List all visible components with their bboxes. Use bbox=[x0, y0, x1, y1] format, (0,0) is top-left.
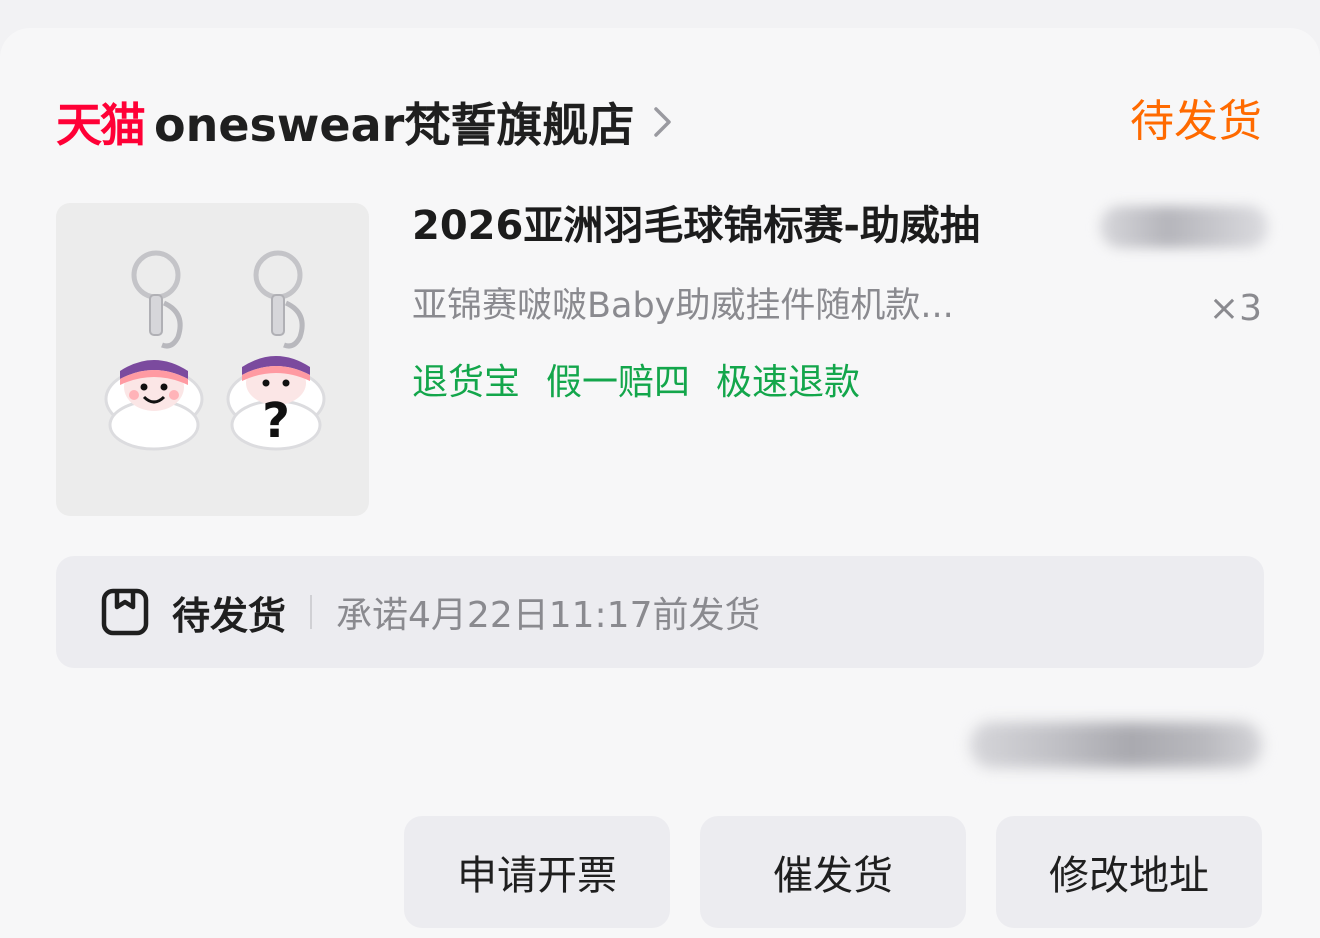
shop-name[interactable]: oneswear梵誓旗舰店 bbox=[154, 89, 634, 155]
service-tag-return-insurance: 退货宝 bbox=[412, 362, 521, 403]
chevron-right-icon[interactable] bbox=[652, 105, 674, 139]
service-tag-fake-compensation: 假一赔四 bbox=[546, 362, 691, 403]
divider bbox=[310, 595, 313, 629]
product-quantity: ×3 bbox=[1208, 288, 1262, 329]
price-redacted bbox=[1100, 206, 1268, 248]
change-address-button[interactable]: 修改地址 bbox=[996, 816, 1262, 928]
urge-shipping-button[interactable]: 催发货 bbox=[700, 816, 966, 928]
apply-invoice-button[interactable]: 申请开票 bbox=[404, 816, 670, 928]
order-card: 天猫 oneswear梵誓旗舰店 待发货 ? 2026亚洲羽毛球锦标赛-助威抽 … bbox=[0, 28, 1320, 938]
product-image[interactable]: ? bbox=[56, 203, 369, 516]
shop-header[interactable]: 天猫 oneswear梵誓旗舰店 bbox=[56, 90, 674, 154]
total-price-redacted bbox=[970, 722, 1262, 768]
shipping-status: 待发货 bbox=[172, 593, 287, 638]
service-tags: 退货宝 假一赔四 极速退款 bbox=[412, 356, 860, 410]
shipping-status-bar[interactable]: 待发货 承诺4月22日11:17前发货 bbox=[56, 556, 1264, 668]
package-box-icon bbox=[100, 587, 150, 637]
service-tag-fast-refund: 极速退款 bbox=[716, 362, 861, 403]
product-sku[interactable]: 亚锦赛啵啵Baby助威挂件随机款... bbox=[412, 280, 954, 332]
order-actions: 申请开票 催发货 修改地址 bbox=[404, 816, 1262, 928]
svg-text:?: ? bbox=[262, 393, 290, 449]
tmall-logo: 天猫 bbox=[56, 98, 146, 152]
order-status: 待发货 bbox=[1130, 96, 1262, 147]
shipping-promise: 承诺4月22日11:17前发货 bbox=[336, 595, 761, 636]
product-title[interactable]: 2026亚洲羽毛球锦标赛-助威抽 bbox=[412, 196, 980, 256]
